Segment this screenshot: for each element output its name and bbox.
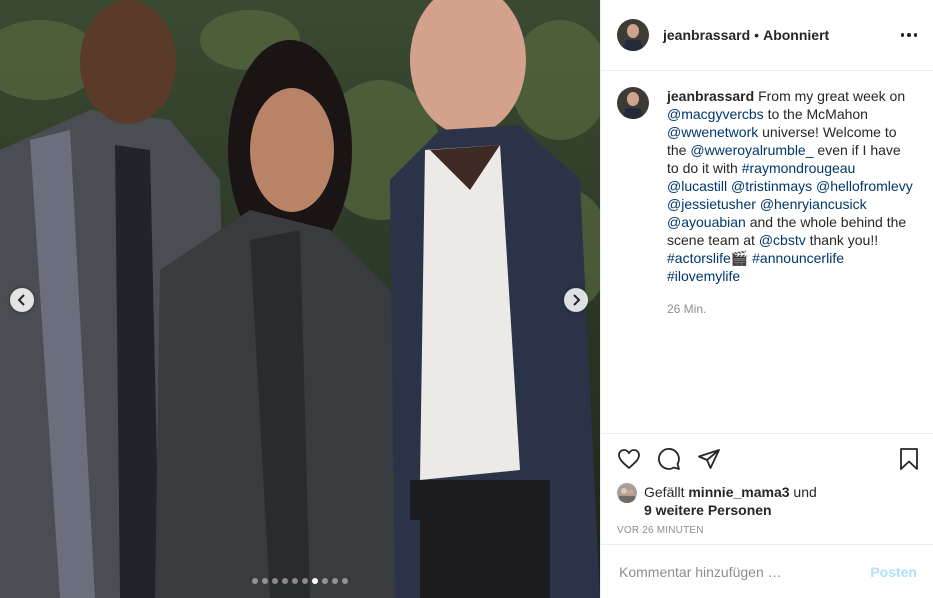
caption-link[interactable]: #raymondrougeau bbox=[742, 160, 856, 176]
likes-others-link[interactable]: 9 weitere Personen bbox=[644, 502, 772, 518]
heart-icon[interactable] bbox=[617, 447, 641, 471]
caption-link[interactable]: @ayouabian bbox=[667, 214, 746, 230]
next-image-button[interactable] bbox=[564, 288, 588, 312]
action-bar bbox=[601, 433, 933, 483]
author-username[interactable]: jeanbrassard bbox=[663, 27, 750, 43]
caption-link[interactable]: @jessietusher bbox=[667, 196, 756, 212]
caption-link[interactable]: @wweroyalrumble_ bbox=[690, 142, 813, 158]
carousel-dot bbox=[292, 578, 298, 584]
caption-text-segment: From my great week on bbox=[758, 88, 906, 104]
comment-input[interactable] bbox=[617, 562, 871, 581]
caption-text-segment: thank you!! bbox=[805, 232, 879, 248]
carousel-dot bbox=[282, 578, 288, 584]
header-separator: • bbox=[754, 27, 760, 43]
comment-form: Posten bbox=[601, 544, 933, 598]
carousel-dot bbox=[302, 578, 308, 584]
caption-link[interactable]: @lucastill bbox=[667, 178, 727, 194]
comment-icon[interactable] bbox=[657, 447, 681, 471]
caption-text-segment: 🎬 bbox=[730, 250, 749, 266]
caption-link[interactable]: @hellofromlevy bbox=[816, 178, 913, 194]
caption-link[interactable]: #announcerlife bbox=[752, 250, 844, 266]
caption-link[interactable]: @tristinmays bbox=[731, 178, 812, 194]
caption-author-avatar[interactable] bbox=[617, 87, 649, 119]
caption-link[interactable]: @cbstv bbox=[759, 232, 806, 248]
liker-username[interactable]: minnie_mama3 bbox=[688, 484, 789, 500]
likes-prefix: Gefällt bbox=[644, 484, 689, 500]
follow-status[interactable]: Abonniert bbox=[763, 27, 829, 43]
carousel-indicator bbox=[0, 578, 600, 584]
carousel-dot bbox=[272, 578, 278, 584]
likes-summary: Gefällt minnie_mama3 und 9 weitere Perso… bbox=[601, 483, 933, 519]
paper-plane-icon[interactable] bbox=[697, 447, 721, 471]
caption-link[interactable]: @wwenetwork bbox=[667, 124, 758, 140]
caption-link[interactable]: #ilovemylife bbox=[667, 268, 740, 284]
previous-image-button[interactable] bbox=[10, 288, 34, 312]
carousel-dot bbox=[262, 578, 268, 584]
post-side-panel: jeanbrassard • Abonniert jeanbrassard Fr… bbox=[600, 0, 933, 598]
likes-middle: und bbox=[789, 484, 817, 500]
post-comment-button[interactable]: Posten bbox=[870, 564, 917, 580]
liker-avatar[interactable] bbox=[617, 483, 637, 503]
caption-text: From my great week on @macgyvercbs to th… bbox=[667, 88, 913, 284]
caption-link[interactable]: @macgyvercbs bbox=[667, 106, 764, 122]
caption-text-segment: to the McMahon bbox=[763, 106, 868, 122]
author-avatar[interactable] bbox=[617, 19, 649, 51]
caption-link[interactable]: #actorslife bbox=[667, 250, 731, 266]
caption: jeanbrassard From my great week on @macg… bbox=[667, 87, 913, 285]
chevron-right-icon bbox=[573, 294, 581, 306]
posted-time[interactable]: VOR 26 MINUTEN bbox=[601, 519, 933, 536]
bookmark-icon[interactable] bbox=[897, 447, 921, 471]
carousel-dot bbox=[252, 578, 258, 584]
comments-area: jeanbrassard From my great week on @macg… bbox=[601, 71, 933, 433]
post-header: jeanbrassard • Abonniert bbox=[601, 0, 933, 71]
carousel-dot bbox=[332, 578, 338, 584]
more-options-icon bbox=[900, 33, 904, 37]
caption-username[interactable]: jeanbrassard bbox=[667, 88, 754, 104]
caption-link[interactable]: @henryiancusick bbox=[760, 196, 867, 212]
carousel-dot bbox=[322, 578, 328, 584]
carousel-dot bbox=[312, 578, 318, 584]
carousel-dot bbox=[342, 578, 348, 584]
chevron-left-icon bbox=[17, 294, 25, 306]
more-options-button[interactable] bbox=[900, 33, 917, 37]
post-image bbox=[0, 0, 600, 598]
caption-age[interactable]: 26 Min. bbox=[667, 300, 913, 318]
